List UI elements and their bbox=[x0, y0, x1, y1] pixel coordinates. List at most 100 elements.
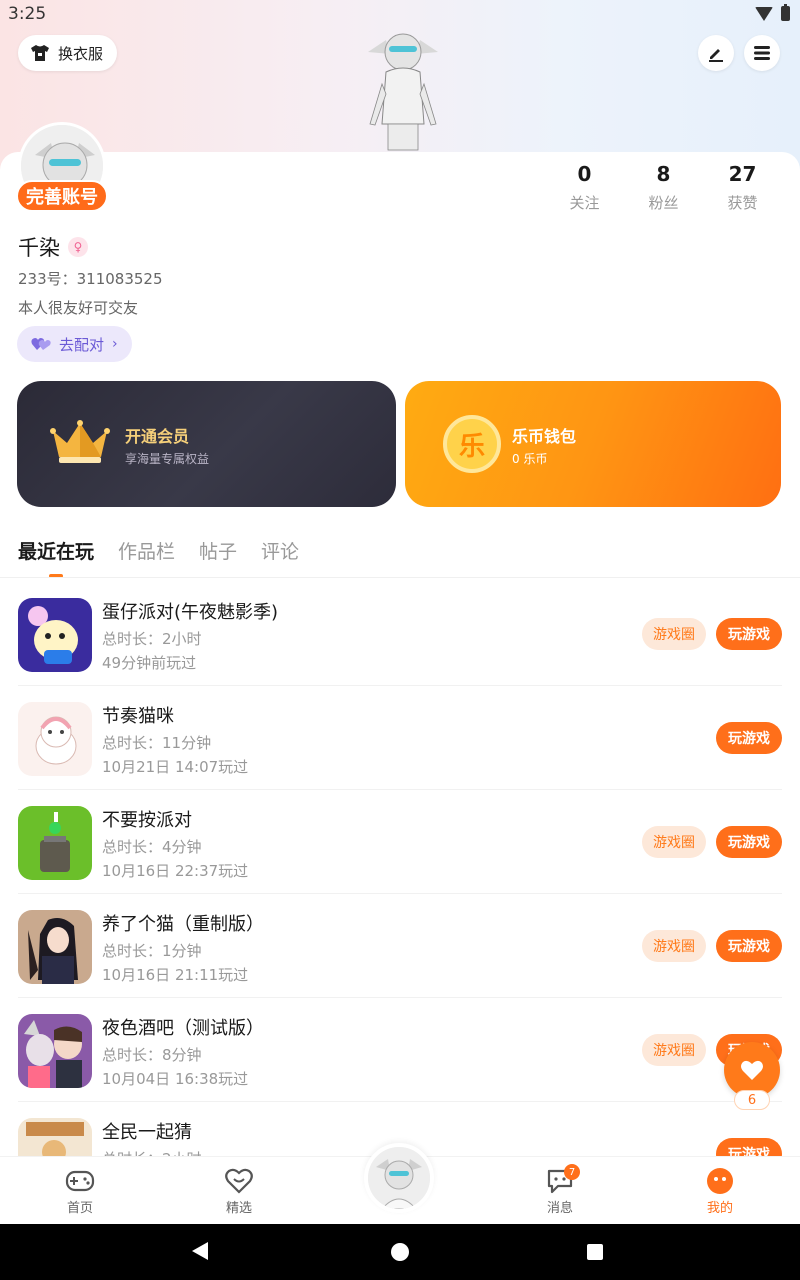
heart-icon bbox=[741, 1060, 763, 1080]
recently-played-list: 蛋仔派对(午夜魅影季) 总时长：2小时 49分钟前玩过 游戏圈 玩游戏 节奏猫咪… bbox=[0, 582, 800, 1156]
coin-glyph: 乐 bbox=[458, 431, 485, 462]
nav-avatar-button[interactable] bbox=[364, 1143, 434, 1213]
game-last-played: 10月16日 22:37玩过 bbox=[102, 862, 249, 880]
play-game-button[interactable]: 玩游戏 bbox=[716, 930, 782, 962]
gamepad-icon bbox=[65, 1170, 95, 1192]
game-icon bbox=[18, 702, 92, 776]
game-icon bbox=[18, 806, 92, 880]
game-duration: 总时长：1分钟 bbox=[102, 942, 202, 960]
list-item[interactable]: 不要按派对 总时长：4分钟 10月16日 22:37玩过 游戏圈 玩游戏 bbox=[18, 790, 782, 894]
avatar-image bbox=[368, 1147, 430, 1209]
game-name: 养了个猫（重制版） bbox=[102, 914, 264, 935]
game-name: 夜色酒吧（测试版） bbox=[102, 1018, 264, 1039]
game-last-played: 10月21日 14:07玩过 bbox=[102, 758, 249, 776]
game-last-played: 10月04日 16:38玩过 bbox=[102, 1070, 249, 1088]
profile-tabs: 最近在玩 作品栏 帖子 评论 bbox=[18, 537, 299, 578]
play-game-button[interactable]: 玩游戏 bbox=[716, 1138, 782, 1156]
game-circle-button[interactable]: 游戏圈 bbox=[642, 826, 706, 858]
profile-stats: 0 关注 8 粉丝 27 获赞 bbox=[545, 162, 782, 213]
game-duration: 总时长：2小时 bbox=[102, 1148, 202, 1156]
coin-wallet-card[interactable]: 乐 乐币钱包 0 乐币 bbox=[405, 381, 781, 507]
female-gender-icon: ♀ bbox=[68, 237, 88, 257]
menu-button[interactable] bbox=[744, 35, 780, 71]
username-row: 千染 ♀ bbox=[18, 232, 88, 262]
status-time: 3:25 bbox=[8, 4, 47, 24]
status-icons bbox=[755, 4, 790, 21]
play-game-button[interactable]: 玩游戏 bbox=[716, 826, 782, 858]
game-icon bbox=[18, 910, 92, 984]
match-button[interactable]: 去配对 › bbox=[17, 326, 132, 362]
user-bio: 本人很友好可交友 bbox=[18, 299, 139, 317]
coin-icon: 乐 bbox=[443, 415, 501, 473]
game-duration: 总时长：8分钟 bbox=[102, 1046, 202, 1064]
tshirt-icon bbox=[31, 45, 49, 61]
battery-icon bbox=[781, 4, 790, 21]
nav-label: 我的 bbox=[706, 1201, 733, 1216]
stat-followers[interactable]: 8 粉丝 bbox=[624, 162, 703, 213]
hamburger-menu-icon bbox=[754, 46, 770, 60]
bottom-navigation: 首页 精选 消息 7 我的 bbox=[0, 1143, 800, 1224]
tab-recently-played[interactable]: 最近在玩 bbox=[18, 537, 94, 578]
stat-value: 8 bbox=[656, 162, 671, 186]
username: 千染 bbox=[18, 236, 60, 260]
avatar-3d-character[interactable] bbox=[358, 24, 448, 152]
edit-profile-button[interactable] bbox=[698, 35, 734, 71]
game-last-played: 10月16日 21:11玩过 bbox=[102, 966, 249, 984]
vip-title: 开通会员 bbox=[125, 427, 190, 446]
stat-label: 粉丝 bbox=[648, 194, 679, 212]
game-name: 蛋仔派对(午夜魅影季) bbox=[102, 602, 279, 623]
tab-works[interactable]: 作品栏 bbox=[118, 537, 175, 574]
tabs-divider bbox=[0, 577, 800, 578]
game-name: 全民一起猜 bbox=[102, 1122, 192, 1143]
wifi-icon bbox=[755, 6, 773, 21]
crown-icon bbox=[50, 420, 110, 463]
list-item[interactable]: 节奏猫咪 总时长：11分钟 10月21日 14:07玩过 玩游戏 bbox=[18, 686, 782, 790]
stat-likes[interactable]: 27 获赞 bbox=[703, 162, 782, 213]
stat-value: 27 bbox=[728, 162, 757, 186]
vip-subtitle: 享海量专属权益 bbox=[125, 452, 210, 466]
profile-face-icon bbox=[707, 1168, 733, 1194]
double-heart-icon bbox=[31, 338, 51, 350]
list-item[interactable]: 养了个猫（重制版） 总时长：1分钟 10月16日 21:11玩过 游戏圈 玩游戏 bbox=[18, 894, 782, 998]
list-item[interactable]: 夜色酒吧（测试版） 总时长：8分钟 10月04日 16:38玩过 游戏圈 玩游戏 bbox=[18, 998, 782, 1102]
change-outfit-label: 换衣服 bbox=[58, 44, 104, 63]
game-circle-button[interactable]: 游戏圈 bbox=[642, 1034, 706, 1066]
message-count-badge: 7 bbox=[564, 1164, 580, 1180]
nav-messages[interactable]: 消息 bbox=[520, 1167, 600, 1216]
wallet-title: 乐币钱包 bbox=[512, 427, 577, 446]
game-icon bbox=[18, 598, 92, 672]
stat-label: 获赞 bbox=[727, 194, 758, 212]
complete-account-badge[interactable]: 完善账号 bbox=[16, 180, 108, 212]
nav-featured[interactable]: 精选 bbox=[199, 1167, 279, 1216]
list-item[interactable]: 蛋仔派对(午夜魅影季) 总时长：2小时 49分钟前玩过 游戏圈 玩游戏 bbox=[18, 582, 782, 686]
game-duration: 总时长：2小时 bbox=[102, 630, 202, 648]
game-duration: 总时长：11分钟 bbox=[102, 734, 212, 752]
match-label: 去配对 bbox=[59, 335, 105, 354]
game-last-played: 49分钟前玩过 bbox=[102, 654, 197, 672]
vip-membership-card[interactable]: 开通会员 享海量专属权益 bbox=[17, 381, 396, 507]
nav-me[interactable]: 我的 bbox=[680, 1167, 760, 1216]
tab-posts[interactable]: 帖子 bbox=[199, 537, 237, 574]
edit-pen-icon bbox=[709, 49, 723, 62]
back-icon[interactable] bbox=[192, 1242, 208, 1260]
nav-label: 消息 bbox=[546, 1201, 573, 1216]
play-game-button[interactable]: 玩游戏 bbox=[716, 722, 782, 754]
tab-comments[interactable]: 评论 bbox=[261, 537, 299, 574]
nav-label: 精选 bbox=[225, 1201, 252, 1216]
wallet-balance: 0 乐币 bbox=[512, 452, 548, 466]
change-outfit-button[interactable]: 换衣服 bbox=[18, 35, 118, 71]
nav-home[interactable]: 首页 bbox=[40, 1167, 120, 1216]
stat-following[interactable]: 0 关注 bbox=[545, 162, 624, 213]
play-game-button[interactable]: 玩游戏 bbox=[716, 618, 782, 650]
like-count-badge: 6 bbox=[734, 1090, 770, 1110]
heart-smile-icon bbox=[225, 1168, 253, 1194]
game-circle-button[interactable]: 游戏圈 bbox=[642, 930, 706, 962]
stat-value: 0 bbox=[577, 162, 592, 186]
recent-apps-icon[interactable] bbox=[587, 1244, 603, 1260]
home-icon[interactable] bbox=[391, 1243, 409, 1261]
nav-label: 首页 bbox=[66, 1201, 93, 1216]
user-id: 233号：311083525 bbox=[18, 270, 163, 288]
game-name: 不要按派对 bbox=[102, 810, 192, 831]
game-circle-button[interactable]: 游戏圈 bbox=[642, 618, 706, 650]
system-navigation-bar bbox=[0, 1224, 800, 1280]
